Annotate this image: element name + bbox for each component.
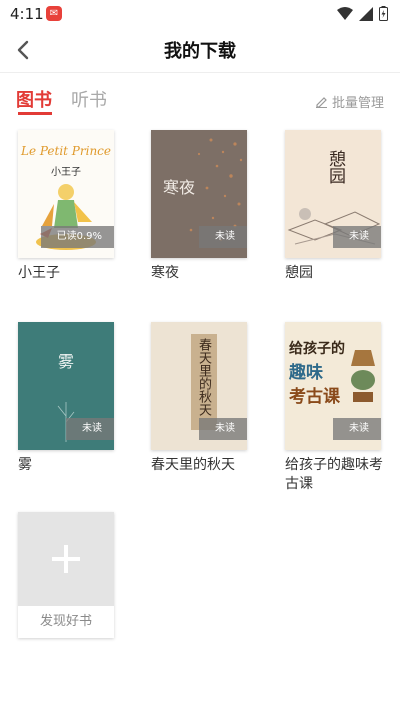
book-title: 寒夜 <box>151 265 179 281</box>
nav-header: 我的下载 <box>0 28 400 73</box>
cover-title: 憩园 <box>325 150 345 184</box>
status-bar: 4:11 ✉ <box>0 0 400 28</box>
signal-icon <box>359 6 373 21</box>
tab-books[interactable]: 图书 <box>16 86 52 112</box>
book-title: 春天里的秋天 <box>151 457 235 473</box>
book-item[interactable]: 春天里的秋天 未读 春天里的秋天 <box>151 322 247 475</box>
plus-icon <box>52 545 80 573</box>
reading-status-badge: 未读 <box>66 418 114 440</box>
cover-title: 春天里的秋天 <box>196 338 211 416</box>
page-title: 我的下载 <box>164 41 236 62</box>
reading-status-badge: 未读 <box>199 418 247 440</box>
artifact-illustration <box>351 350 375 402</box>
tab-audiobooks[interactable]: 听书 <box>71 86 107 112</box>
batch-manage-label: 批量管理 <box>331 96 384 111</box>
book-item[interactable]: 雾 未读 雾 <box>18 322 114 475</box>
book-item[interactable]: 给孩子的 趣味 考古课 未读 给孩子的趣味考古课 <box>285 322 383 494</box>
book-title: 小王子 <box>18 265 60 281</box>
app-notification-icon: ✉ <box>46 6 62 21</box>
book-item[interactable]: 寒夜 未读 寒夜 <box>151 130 247 283</box>
battery-icon <box>379 6 388 21</box>
book-title: 憩园 <box>285 265 313 281</box>
reading-status-badge: 未读 <box>333 226 381 248</box>
book-cover: 寒夜 未读 <box>151 130 247 258</box>
book-title: 雾 <box>18 457 32 473</box>
cover-title-line-3: 考古课 <box>289 387 340 407</box>
discover-books-button[interactable]: 发现好书 <box>18 512 114 638</box>
book-cover: 雾 未读 <box>18 322 114 450</box>
book-cover: 给孩子的 趣味 考古课 未读 <box>285 322 381 450</box>
cover-title-line-1: 给孩子的 <box>289 341 345 357</box>
book-cover: 春天里的秋天 未读 <box>151 322 247 450</box>
book-cover: Le Petit Prince 小王子 已读0.9% <box>18 130 114 258</box>
book-item[interactable]: 憩园 未读 憩园 <box>285 130 381 283</box>
book-cover: 憩园 未读 <box>285 130 381 258</box>
cover-title-line-2: 趣味 <box>289 363 323 383</box>
reading-status-badge: 已读0.9% <box>40 226 114 248</box>
reading-status-badge: 未读 <box>333 418 381 440</box>
cover-title: 雾 <box>58 352 75 371</box>
cover-title: 小王子 <box>51 167 81 178</box>
wifi-icon <box>337 6 353 20</box>
status-time: 4:11 <box>10 5 44 23</box>
book-title: 给孩子的趣味考古课 <box>285 457 383 492</box>
book-item[interactable]: Le Petit Prince 小王子 已读0.9% 小王子 <box>18 130 114 283</box>
batch-manage-button[interactable]: 批量管理 <box>315 92 384 111</box>
edit-icon <box>315 97 327 108</box>
add-area <box>18 512 114 606</box>
discover-books-label: 发现好书 <box>39 614 92 629</box>
reading-status-badge: 未读 <box>199 226 247 248</box>
tab-bar: 图书 听书 批量管理 <box>0 86 400 118</box>
cover-title: 寒夜 <box>163 178 196 197</box>
active-tab-indicator <box>18 112 52 115</box>
cover-script-title: Le Petit Prince <box>20 144 112 158</box>
status-icons <box>337 6 388 21</box>
